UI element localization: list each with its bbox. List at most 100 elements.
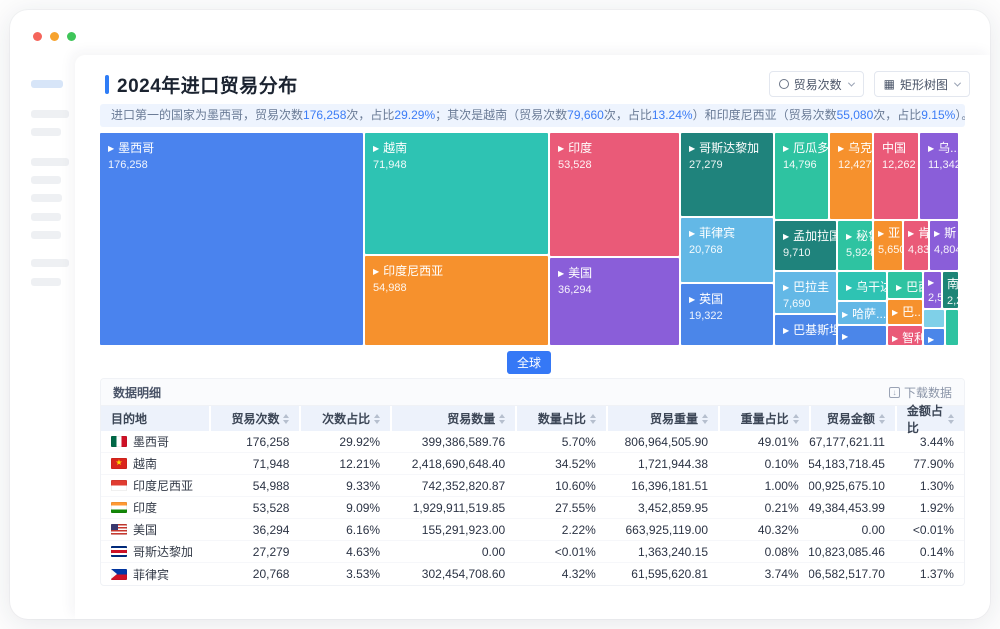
- sort-icon[interactable]: [792, 413, 799, 424]
- treemap-cell-value: 71,948: [373, 159, 407, 171]
- treemap-cell-中国[interactable]: 中国 12,262: [874, 133, 918, 219]
- close-window-icon[interactable]: [33, 32, 42, 41]
- sidebar-item[interactable]: [31, 110, 69, 118]
- sort-icon[interactable]: [374, 413, 381, 424]
- treemap-cell-孟加拉国[interactable]: ▶ 孟加拉国 9,710: [775, 221, 836, 270]
- treemap-cell-秘鲁[interactable]: ▶秘鲁 5,924: [838, 221, 872, 270]
- treemap-cell-菲律宾[interactable]: ▶ 菲律宾 20,768: [681, 218, 773, 282]
- treemap-cell-智利[interactable]: ▶ 智利: [888, 326, 922, 345]
- expand-arrow-icon: ▶: [934, 229, 941, 238]
- treemap-cell-乌...[interactable]: ▶ 乌... 11,342: [920, 133, 958, 219]
- value-cell: 1.37%: [919, 567, 954, 581]
- table-row[interactable]: 美国 36,294 6.16% 155,291,923.00 2.22% 663,925,…: [101, 519, 964, 541]
- sidebar-item[interactable]: [31, 194, 62, 202]
- sidebar-item[interactable]: [31, 213, 61, 221]
- summary-segment: 次，占比: [346, 108, 395, 122]
- column-header-7[interactable]: 贸易金额: [808, 406, 895, 431]
- column-header-4[interactable]: 数量占比: [515, 406, 606, 431]
- table-row[interactable]: 菲律宾 20,768 3.53% 302,454,708.60 4.32% 61,595,…: [101, 563, 964, 585]
- sort-icon[interactable]: [702, 413, 709, 424]
- treemap-cell-印度尼西亚[interactable]: ▶ 印度尼西亚 54,988: [365, 256, 548, 345]
- table-row[interactable]: 越南 71,948 12.21% 2,418,690,648.40 34.52% 1,72…: [101, 453, 964, 475]
- treemap-cell-blank-25[interactable]: ▶ 2,5: [924, 272, 941, 308]
- treemap-cell-value: 5,650: [878, 244, 902, 256]
- sort-icon[interactable]: [283, 413, 290, 424]
- treemap-cell-blank-27[interactable]: [924, 310, 944, 327]
- destination-cell: 墨西哥: [101, 431, 209, 452]
- column-header-5[interactable]: 贸易重量: [605, 406, 718, 431]
- treemap-cell-墨西哥[interactable]: ▶ 墨西哥 176,258: [100, 133, 363, 345]
- expand-arrow-icon: ▶: [846, 283, 853, 292]
- page-title: 2024年进口贸易分布: [117, 76, 298, 97]
- column-header-6[interactable]: 重量占比: [718, 406, 809, 431]
- treemap-cell-乌克兰[interactable]: ▶乌克兰 12,427: [830, 133, 872, 219]
- expand-arrow-icon: ▶: [896, 283, 903, 292]
- destination-cell: 菲律宾: [101, 563, 209, 585]
- expand-arrow-icon: ▶: [928, 335, 935, 344]
- treemap-cell-blank-28[interactable]: ▶: [924, 329, 944, 345]
- treemap-cell-巴西[interactable]: ▶巴西: [888, 272, 922, 298]
- metric-selector-button[interactable]: 贸易次数: [768, 71, 864, 97]
- treemap-cell-label: ▶ 哥斯达黎加: [689, 141, 760, 155]
- column-header-2[interactable]: 次数占比: [299, 406, 390, 431]
- treemap-cell-亚[interactable]: ▶亚 5,650: [874, 221, 902, 270]
- table-header-row: 目的地 贸易次数 次数占比 贸易数量 数量占比 贸易重量 重量占比 贸易金额 金额占比: [101, 404, 964, 435]
- treemap-cell-巴...[interactable]: ▶ 巴...: [888, 300, 922, 324]
- table-row[interactable]: 墨西哥 176,258 29.92% 399,386,589.76 5.70% 806,9…: [101, 431, 964, 453]
- sort-icon[interactable]: [878, 413, 885, 424]
- treemap-cell-印度[interactable]: ▶ 印度 53,528: [550, 133, 679, 256]
- sidebar-item-active[interactable]: [31, 80, 63, 88]
- treemap-type-icon: ▦: [883, 77, 895, 91]
- treemap-cell-肯[interactable]: ▶肯 4,836: [904, 221, 928, 270]
- value-cell: 10,823,085.46: [808, 544, 885, 559]
- treemap-cell-巴拉圭[interactable]: ▶ 巴拉圭 7,690: [775, 272, 836, 313]
- sidebar-item[interactable]: [31, 176, 61, 184]
- sidebar-item[interactable]: [31, 259, 69, 267]
- treemap-root-button[interactable]: 全球: [506, 351, 551, 374]
- value-cell: 155,291,923.00: [421, 522, 506, 537]
- expand-arrow-icon: ▶: [558, 144, 565, 153]
- treemap-cell-blank-29[interactable]: [946, 310, 958, 345]
- sort-icon[interactable]: [589, 413, 596, 424]
- expand-arrow-icon: ▶: [783, 326, 790, 335]
- flag-ph-icon: [111, 568, 127, 580]
- maximize-window-icon[interactable]: [67, 32, 76, 41]
- sidebar-item[interactable]: [31, 128, 61, 136]
- column-label: 贸易数量: [447, 412, 496, 426]
- treemap-cell-哈萨...[interactable]: ▶ 哈萨...: [838, 302, 886, 324]
- treemap-cell-越南[interactable]: ▶ 越南 71,948: [365, 133, 548, 254]
- treemap-cell-乌干达[interactable]: ▶乌干达: [838, 272, 886, 300]
- flag-id-icon: [111, 480, 127, 491]
- treemap-cell-哥斯达黎加[interactable]: ▶ 哥斯达黎加 27,279: [681, 133, 773, 216]
- sidebar-item[interactable]: [31, 231, 61, 239]
- minimize-window-icon[interactable]: [50, 32, 59, 41]
- summary-highlight: 176,258: [303, 108, 347, 122]
- treemap-cell-斯[interactable]: ▶斯 4,804: [930, 221, 958, 270]
- sidebar-item[interactable]: [31, 278, 61, 286]
- table-row[interactable]: 印度 53,528 9.09% 1,929,911,519.85 27.55% 3,452…: [101, 497, 964, 519]
- column-header-8[interactable]: 金额占比: [894, 404, 964, 435]
- expand-arrow-icon: ▶: [783, 144, 790, 153]
- value-cell: 27.55%: [555, 500, 596, 515]
- chart-type-selector-button[interactable]: ▦ 矩形树图: [873, 71, 970, 97]
- expand-arrow-icon: ▶: [928, 144, 935, 153]
- treemap-cell-label: ▶ 斯: [934, 226, 957, 240]
- download-data-button[interactable]: ↓ 下载数据: [888, 384, 952, 401]
- column-header-0: 目的地: [101, 406, 209, 431]
- column-header-3[interactable]: 贸易数量: [390, 406, 515, 431]
- treemap-cell-美国[interactable]: ▶ 美国 36,294: [550, 258, 679, 345]
- sidebar: [10, 55, 75, 619]
- title-accent-bar: [105, 75, 109, 94]
- treemap-cell-南[interactable]: 南 2,2: [943, 272, 958, 308]
- sort-icon[interactable]: [499, 413, 506, 424]
- treemap-cell-英国[interactable]: ▶ 英国 19,322: [681, 284, 773, 345]
- treemap-cell-blank-21[interactable]: ▶: [838, 326, 886, 345]
- table-row[interactable]: 印度尼西亚 54,988 9.33% 742,352,820.87 10.60% 16,3…: [101, 475, 964, 497]
- expand-arrow-icon: ▶: [838, 144, 845, 153]
- treemap-cell-巴基斯坦[interactable]: ▶ 巴基斯坦: [775, 315, 836, 345]
- treemap-cell-厄瓜多尔[interactable]: ▶厄瓜多尔 14,796: [775, 133, 828, 219]
- sidebar-item[interactable]: [31, 158, 69, 166]
- column-header-1[interactable]: 贸易次数: [208, 406, 300, 431]
- sort-icon[interactable]: [947, 413, 954, 424]
- table-row[interactable]: 哥斯达黎加 27,279 4.63% 0.00 <0.01% 1,363,240.15 0.…: [101, 541, 964, 563]
